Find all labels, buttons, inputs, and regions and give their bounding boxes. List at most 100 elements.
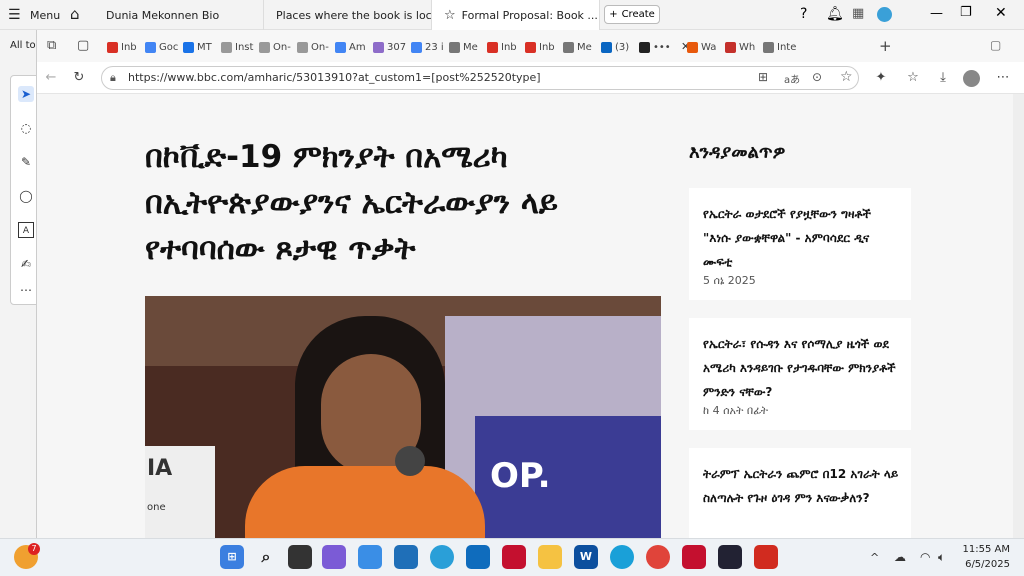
clock-date[interactable]: 6/5/2025: [962, 559, 1010, 570]
inner-tab[interactable]: MT: [183, 36, 219, 58]
settings-icon[interactable]: ⋯: [995, 70, 1011, 86]
inner-tab[interactable]: Wh: [725, 36, 761, 58]
sidebar-card[interactable]: የኤርትራ፣ የሱዳን እና የሶማሊያ ዜጎች ወደ አሜሪካ እንዳይገቡ …: [689, 318, 911, 430]
restore-icon[interactable]: ❐: [960, 5, 972, 20]
inner-tab[interactable]: Inb: [487, 36, 523, 58]
profile-avatar[interactable]: [877, 7, 892, 22]
outer-tab-2[interactable]: Places where the book is locate...: [264, 0, 432, 30]
split-screen-icon[interactable]: ⊞: [758, 70, 768, 84]
all-tools-label[interactable]: All to: [10, 40, 36, 51]
inner-tab[interactable]: Me: [563, 36, 599, 58]
cursor-icon[interactable]: ➤: [18, 86, 34, 102]
inner-tab[interactable]: Inb: [107, 36, 143, 58]
workspaces-icon[interactable]: ⧉: [47, 38, 56, 53]
apps-grid-icon[interactable]: ▦: [852, 6, 864, 21]
extensions-icon[interactable]: ✦: [873, 70, 889, 86]
downloads-icon[interactable]: ⤓: [935, 70, 951, 86]
text-box-icon[interactable]: A: [18, 222, 34, 238]
acrobat-icon[interactable]: [754, 545, 778, 569]
loading-icon: [297, 41, 308, 53]
chrome-icon[interactable]: [646, 545, 670, 569]
copilot-icon[interactable]: [322, 545, 346, 569]
scrollbar[interactable]: [1013, 94, 1024, 538]
inner-tab-label: Inte: [777, 41, 797, 53]
tray-chevron-icon[interactable]: ^: [870, 551, 879, 564]
page-content: በኮቪድ-19 ምክንያት በአሜሪካ በኢትዮጵያውያንና ኤርትራውያን ላ…: [37, 94, 1024, 538]
snipping-icon[interactable]: [358, 545, 382, 569]
volume-icon[interactable]: 🔈︎: [938, 550, 945, 565]
read-aloud-icon[interactable]: aあ: [784, 71, 800, 86]
close-window-icon[interactable]: ✕: [995, 5, 1007, 21]
url-field[interactable]: 🔒︎ https://www.bbc.com/amharic/53013910?…: [101, 66, 859, 90]
favorite-star-icon[interactable]: ☆: [840, 69, 853, 85]
hero-image: OP. IA one: [145, 296, 661, 538]
pdf-icon: [725, 41, 736, 53]
card-title[interactable]: ትራምፕ ኤርትራን ጨምሮ በ12 አገራት ላይ ስለጣሉት የጉዞ ዕገዳ…: [703, 462, 899, 510]
store-icon[interactable]: [394, 545, 418, 569]
inner-tab[interactable]: Inb: [525, 36, 561, 58]
inner-tab-label: 23 i: [425, 41, 444, 53]
lock-icon[interactable]: 🔒︎: [110, 71, 116, 85]
start-icon[interactable]: ⊞: [220, 545, 244, 569]
google-icon: [145, 41, 156, 53]
home-icon[interactable]: ⌂: [70, 5, 80, 23]
minimize-icon[interactable]: —: [930, 6, 943, 21]
s-icon: [183, 41, 194, 53]
comment-icon[interactable]: ◌: [18, 120, 34, 136]
favorites-icon[interactable]: ☆: [905, 70, 921, 86]
outer-tab-3[interactable]: ☆ Formal Proposal: Book ... ✕: [432, 0, 600, 30]
inner-tab[interactable]: On-: [259, 36, 295, 58]
profile-icon[interactable]: [963, 70, 980, 87]
zoom-icon[interactable]: [718, 545, 742, 569]
inner-tab[interactable]: Am: [335, 36, 371, 58]
lasso-icon[interactable]: ◯: [18, 188, 34, 204]
edge-icon[interactable]: [610, 545, 634, 569]
wifi-icon[interactable]: ◠: [920, 550, 930, 564]
article-headline: በኮቪድ-19 ምክንያት በአሜሪካ በኢትዮጵያውያንና ኤርትራውያን ላ…: [145, 139, 558, 267]
inner-tab[interactable]: •••: [639, 36, 675, 58]
back-icon[interactable]: ←: [43, 70, 59, 86]
search-icon[interactable]: ⌕: [254, 545, 278, 569]
tab-actions-icon[interactable]: ▢: [77, 38, 89, 53]
notification-badge: 7: [28, 543, 40, 555]
more-icon[interactable]: ⋯: [18, 282, 34, 298]
new-tab-icon[interactable]: +: [879, 37, 892, 55]
inner-tab[interactable]: Me: [449, 36, 485, 58]
sidebar-card[interactable]: የኤርትራ ወታደሮች የያዟቸውን ግዛቶች "እነሱ ያውቋቸዋል" - አ…: [689, 188, 911, 300]
refresh-icon[interactable]: ↻: [71, 70, 87, 86]
inner-tab-label: 307: [387, 41, 407, 53]
file-explorer-icon[interactable]: [538, 545, 562, 569]
help-icon[interactable]: ?: [800, 6, 807, 22]
outer-tab-1[interactable]: Dunia Mekonnen Bio: [94, 0, 264, 30]
more-options-icon[interactable]: ⊙: [812, 70, 822, 84]
card-title[interactable]: የኤርትራ ወታደሮች የያዟቸውን ግዛቶች "እነሱ ያውቋቸዋል" - አ…: [703, 202, 899, 274]
cube-icon: [449, 41, 460, 53]
inner-tab[interactable]: On-: [297, 36, 333, 58]
edge-beta-icon[interactable]: [430, 545, 454, 569]
clock-time[interactable]: 11:55 AM: [962, 544, 1010, 555]
menu-label[interactable]: Menu: [30, 9, 60, 22]
cloud-icon[interactable]: ☁: [894, 550, 906, 564]
inner-tab[interactable]: 307: [373, 36, 409, 58]
card-meta: ከ 4 ሰአት በፊት: [703, 404, 769, 417]
inner-tab[interactable]: Goc: [145, 36, 181, 58]
card-title[interactable]: የኤርትራ፣ የሱዳን እና የሶማሊያ ዜጎች ወደ አሜሪካ እንዳይገቡ …: [703, 332, 899, 404]
word-icon[interactable]: W: [574, 545, 598, 569]
inner-tab[interactable]: 23 i: [411, 36, 447, 58]
outlook-icon[interactable]: [466, 545, 490, 569]
pen-icon[interactable]: ✎: [18, 154, 34, 170]
inner-tab[interactable]: Inte: [763, 36, 799, 58]
inner-tab[interactable]: Wa: [687, 36, 723, 58]
maximize-icon[interactable]: ▢: [990, 38, 1001, 52]
mcafee-icon[interactable]: [502, 545, 526, 569]
signature-icon[interactable]: ✍: [18, 256, 34, 272]
inner-tab[interactable]: (3): [601, 36, 637, 58]
hamburger-menu-icon[interactable]: ☰: [8, 7, 21, 23]
create-button[interactable]: + Create: [604, 5, 660, 24]
task-view-icon[interactable]: [288, 545, 312, 569]
inner-tab[interactable]: Inst: [221, 36, 257, 58]
bell-icon[interactable]: 🔔︎: [826, 6, 844, 22]
hero-person-shirt: [245, 466, 485, 538]
mcafee-icon-2[interactable]: [682, 545, 706, 569]
sidebar-card[interactable]: ትራምፕ ኤርትራን ጨምሮ በ12 አገራት ላይ ስለጣሉት የጉዞ ዕገዳ…: [689, 448, 911, 538]
